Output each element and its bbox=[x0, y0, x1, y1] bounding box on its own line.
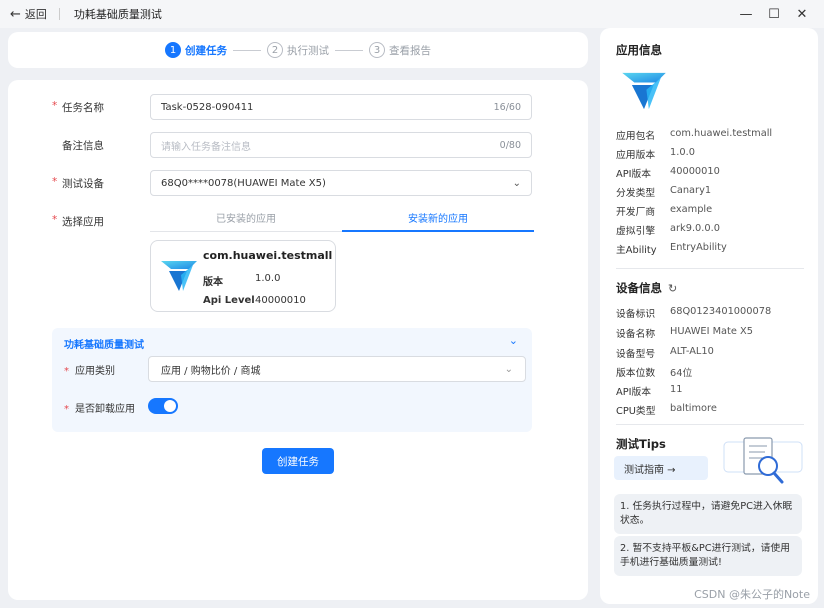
step-run-test: 2 执行测试 bbox=[267, 42, 329, 58]
device-info-row: API版本 11 bbox=[616, 384, 683, 398]
title-divider bbox=[58, 8, 60, 20]
app-select-row: * 选择应用 已安装的应用 安装新的应用 bbox=[8, 210, 588, 232]
tips-title: 测试Tips bbox=[616, 437, 666, 451]
app-logo-icon bbox=[622, 72, 666, 110]
required-mark: * bbox=[64, 366, 69, 377]
test-guide-button[interactable]: 测试指南 → bbox=[614, 456, 708, 480]
arrow-left-icon: ← bbox=[10, 6, 21, 22]
app-package-name: com.huawei.testmall bbox=[203, 249, 333, 262]
step-create-task: 1 创建任务 bbox=[165, 42, 227, 58]
task-name-input[interactable]: Task-0528-090411 16/60 bbox=[150, 94, 532, 120]
remark-input[interactable]: 请输入任务备注信息 0/80 bbox=[150, 132, 532, 158]
app-info-row: 应用包名 com.huawei.testmall bbox=[616, 128, 773, 142]
section-divider bbox=[616, 424, 804, 425]
api-level-value: 40000010 bbox=[255, 295, 306, 306]
app-card[interactable]: com.huawei.testmall 版本 1.0.0 Api Level 4… bbox=[150, 240, 336, 312]
app-info-row: 分发类型 Canary1 bbox=[616, 185, 712, 199]
device-select[interactable]: 68Q0****0078(HUAWEI Mate X5) ⌄ bbox=[150, 170, 532, 196]
close-icon[interactable]: ✕ bbox=[788, 7, 816, 22]
device-info-row: 版本位数 64位 bbox=[616, 368, 693, 379]
app-info-row: API版本 40000010 bbox=[616, 166, 720, 180]
uninstall-label: * 是否卸载应用 bbox=[64, 404, 135, 415]
panel-title: 功耗基础质量测试 bbox=[64, 340, 144, 351]
step-label: 创建任务 bbox=[185, 44, 227, 57]
watermark: CSDN @朱公子的Note bbox=[694, 588, 810, 601]
device-info-row: CPU类型 baltimore bbox=[616, 403, 717, 417]
app-info-title: 应用信息 bbox=[616, 43, 662, 57]
device-info-row: 设备标识 68Q0123401000078 bbox=[616, 306, 772, 320]
app-info-row: 虚拟引擎 ark9.0.0.0 bbox=[616, 223, 720, 237]
step-connector bbox=[233, 49, 261, 51]
device-value: 68Q0****0078(HUAWEI Mate X5) bbox=[161, 177, 326, 189]
required-mark: * bbox=[64, 404, 69, 415]
toggle-knob bbox=[164, 400, 176, 412]
required-mark: * bbox=[52, 99, 58, 112]
app-info-row: 开发厂商 example bbox=[616, 204, 713, 218]
task-name-value: Task-0528-090411 bbox=[161, 101, 254, 113]
title-bar: ← 返回 功耗基础质量测试 — ☐ ✕ bbox=[0, 0, 824, 28]
category-value: 应用 / 购物比价 / 商城 bbox=[161, 365, 261, 377]
device-row: * 测试设备 68Q0****0078(HUAWEI Mate X5) ⌄ bbox=[8, 170, 588, 196]
category-label: * 应用类别 bbox=[64, 366, 115, 377]
step-view-report: 3 查看报告 bbox=[369, 42, 431, 58]
version-value: 1.0.0 bbox=[255, 273, 281, 284]
step-number: 1 bbox=[165, 42, 181, 58]
tip-item: 1. 任务执行过程中，请避免PC进入休眠状态。 bbox=[614, 494, 802, 534]
stepper: 1 创建任务 2 执行测试 3 查看报告 bbox=[8, 32, 588, 68]
required-mark: * bbox=[52, 213, 58, 226]
api-level-key: Api Level bbox=[203, 295, 255, 306]
remark-label: 备注信息 bbox=[62, 139, 104, 152]
app-info-row: 主Ability EntryAbility bbox=[616, 242, 727, 256]
back-label: 返回 bbox=[24, 8, 47, 21]
section-divider bbox=[616, 268, 804, 269]
chevron-down-icon: ⌄ bbox=[504, 363, 513, 375]
back-button[interactable]: ← 返回 bbox=[10, 6, 47, 22]
tip-item: 2. 暂不支持平板&PC进行测试，请使用手机进行基础质量测试! bbox=[614, 536, 802, 576]
document-search-illustration-icon bbox=[723, 437, 803, 484]
task-form: * 任务名称 Task-0528-090411 16/60 备注信息 请输入任务备… bbox=[8, 80, 588, 600]
app-info-row: 应用版本 1.0.0 bbox=[616, 147, 695, 161]
app-logo-icon bbox=[161, 261, 197, 291]
device-info-row: 设备名称 HUAWEI Mate X5 bbox=[616, 326, 753, 340]
task-name-label: * 任务名称 bbox=[52, 99, 104, 114]
char-counter: 16/60 bbox=[493, 101, 521, 113]
remark-placeholder: 请输入任务备注信息 bbox=[161, 141, 251, 153]
tab-installed-apps[interactable]: 已安装的应用 bbox=[150, 210, 342, 232]
power-test-panel: 功耗基础质量测试 ⌄ * 应用类别 应用 / 购物比价 / 商城 ⌄ * 是否卸载应… bbox=[52, 328, 532, 432]
app-source-tabs: 已安装的应用 安装新的应用 bbox=[150, 210, 534, 232]
chevron-down-icon: ⌄ bbox=[512, 177, 521, 189]
device-info-title: 设备信息 ↻ bbox=[616, 281, 678, 295]
maximize-icon[interactable]: ☐ bbox=[760, 7, 788, 22]
uninstall-toggle[interactable] bbox=[148, 398, 178, 414]
step-label: 查看报告 bbox=[389, 44, 431, 57]
window-controls: — ☐ ✕ bbox=[732, 0, 816, 28]
device-label: * 测试设备 bbox=[52, 175, 104, 190]
chevron-down-icon[interactable]: ⌄ bbox=[509, 334, 518, 347]
step-number: 3 bbox=[369, 42, 385, 58]
remark-row: 备注信息 请输入任务备注信息 0/80 bbox=[8, 132, 588, 158]
task-name-row: * 任务名称 Task-0528-090411 16/60 bbox=[8, 94, 588, 120]
app-select-label: * 选择应用 bbox=[52, 213, 104, 228]
required-mark: * bbox=[52, 175, 58, 188]
create-task-button[interactable]: 创建任务 bbox=[262, 448, 334, 474]
step-label: 执行测试 bbox=[287, 44, 329, 57]
category-select[interactable]: 应用 / 购物比价 / 商城 ⌄ bbox=[148, 356, 526, 382]
minimize-icon[interactable]: — bbox=[732, 7, 760, 22]
step-number: 2 bbox=[267, 42, 283, 58]
version-key: 版本 bbox=[203, 277, 223, 288]
char-counter: 0/80 bbox=[499, 139, 521, 151]
refresh-icon[interactable]: ↻ bbox=[668, 282, 677, 295]
device-info-row: 设备型号 ALT-AL10 bbox=[616, 346, 714, 360]
window-title: 功耗基础质量测试 bbox=[73, 8, 162, 21]
tab-install-new-app[interactable]: 安装新的应用 bbox=[342, 210, 534, 232]
info-sidebar: 应用信息 应用包名 com.huawei.testmall 应用版本 1.0.0 A… bbox=[600, 28, 818, 604]
step-connector bbox=[335, 49, 363, 51]
